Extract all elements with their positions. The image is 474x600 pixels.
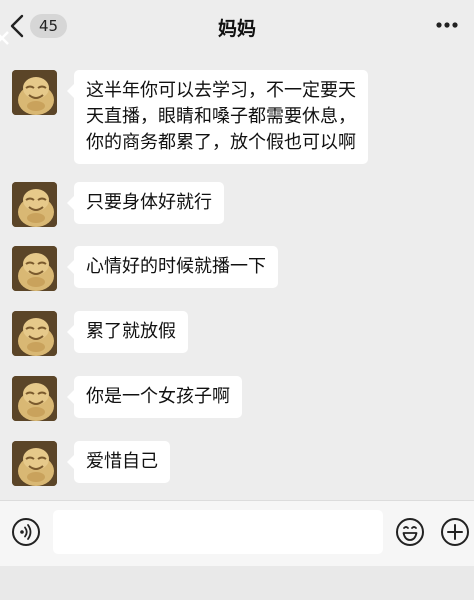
home-indicator-area	[0, 566, 474, 600]
message-text-line: 只要身体好就行	[86, 192, 212, 213]
message-row: 这半年你可以去学习，不一定要天 天直播，眼睛和嗓子都需要休息， 你的商务都累了，…	[12, 70, 368, 164]
message-text-line: 你的商务都累了，放个假也可以啊	[86, 132, 356, 153]
message-bubble[interactable]: 你是一个女孩子啊	[67, 376, 242, 418]
message-bubble[interactable]: 只要身体好就行	[67, 182, 224, 224]
message-bubble[interactable]: 心情好的时候就播一下	[67, 246, 278, 288]
more-dots-icon[interactable]	[434, 14, 460, 36]
message-text-line: 你是一个女孩子啊	[86, 386, 230, 407]
emoji-icon[interactable]	[395, 517, 425, 547]
message-bubble[interactable]: 爱惜自己	[67, 441, 170, 483]
message-row: 心情好的时候就播一下	[12, 246, 278, 291]
message-input[interactable]	[53, 510, 383, 554]
avatar[interactable]	[12, 311, 57, 356]
message-row: 你是一个女孩子啊	[12, 376, 242, 421]
input-bar	[0, 500, 474, 566]
message-row: 爱惜自己	[12, 441, 170, 486]
message-bubble[interactable]: 这半年你可以去学习，不一定要天 天直播，眼睛和嗓子都需要休息， 你的商务都累了，…	[67, 70, 368, 164]
cursor-mark-icon	[0, 31, 9, 45]
message-text-line: 爱惜自己	[86, 451, 158, 472]
nav-bar: 45 妈妈	[0, 0, 474, 52]
message-row: 累了就放假	[12, 311, 188, 356]
avatar[interactable]	[12, 70, 57, 115]
message-bubble[interactable]: 累了就放假	[67, 311, 188, 353]
chat-title: 妈妈	[217, 18, 256, 40]
message-text-line: 心情好的时候就播一下	[86, 256, 266, 277]
avatar[interactable]	[12, 441, 57, 486]
message-text-line: 累了就放假	[86, 321, 176, 342]
message-text-line: 这半年你可以去学习，不一定要天	[86, 80, 356, 101]
plus-icon[interactable]	[440, 517, 470, 547]
message-row: 只要身体好就行	[12, 182, 224, 227]
voice-icon[interactable]	[11, 517, 41, 547]
avatar[interactable]	[12, 182, 57, 227]
avatar[interactable]	[12, 376, 57, 421]
message-text-line: 天直播，眼睛和嗓子都需要休息，	[86, 106, 356, 127]
avatar[interactable]	[12, 246, 57, 291]
